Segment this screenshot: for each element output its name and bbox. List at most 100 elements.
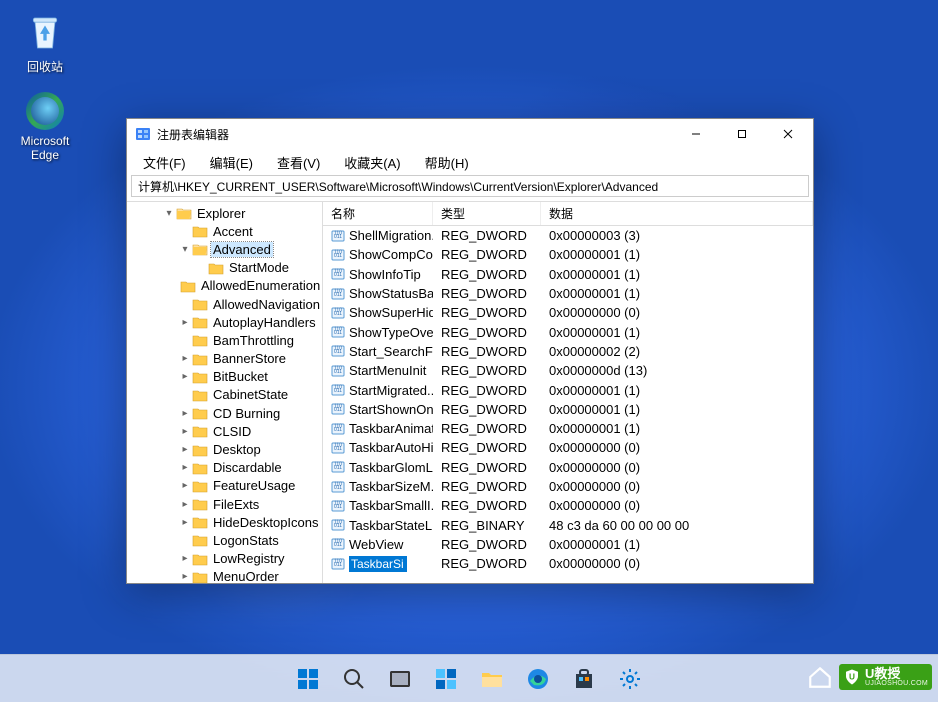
value-type: REG_DWORD [433, 267, 541, 282]
desktop-icon-edge[interactable]: Microsoft Edge [10, 92, 80, 162]
tree-item[interactable]: ▸BitBucket [127, 368, 322, 386]
value-row[interactable]: 011110WebViewREG_DWORD0x00000001 (1) [323, 535, 813, 554]
expand-icon[interactable]: ▾ [179, 244, 191, 255]
value-row[interactable]: 011110Start_SearchFilesREG_DWORD0x000000… [323, 342, 813, 361]
expand-icon[interactable]: ▸ [179, 371, 191, 382]
taskbar-store[interactable] [564, 659, 604, 699]
tree-item[interactable]: Accent [127, 222, 322, 240]
reg-value-icon: 011110 [331, 344, 345, 358]
expand-icon[interactable]: ▸ [179, 571, 191, 582]
value-row[interactable]: 011110ShowCompCol...REG_DWORD0x00000001 … [323, 245, 813, 264]
folder-icon [192, 315, 208, 329]
value-row[interactable]: 011110StartShownOn...REG_DWORD0x00000001… [323, 400, 813, 419]
tree-item[interactable]: ▾Advanced [127, 240, 322, 258]
search-button[interactable] [334, 659, 374, 699]
maximize-button[interactable] [719, 119, 765, 149]
value-row[interactable]: 011110TaskbarAnimat...REG_DWORD0x0000000… [323, 419, 813, 438]
col-header-data[interactable]: 数据 [541, 202, 813, 225]
expand-icon[interactable]: ▸ [179, 480, 191, 491]
expand-icon[interactable]: ▸ [179, 462, 191, 473]
tree-item[interactable]: ▸Discardable [127, 459, 322, 477]
tree-item[interactable]: ▸FileExts [127, 495, 322, 513]
value-row-editing[interactable]: 011110REG_DWORD0x00000000 (0) [323, 554, 813, 573]
value-row[interactable]: 011110ShowTypeOver...REG_DWORD0x00000001… [323, 322, 813, 341]
value-row[interactable]: 011110TaskbarAutoHi...REG_DWORD0x0000000… [323, 438, 813, 457]
menu-file[interactable]: 文件(F) [133, 151, 196, 174]
reg-value-icon: 011110 [331, 460, 345, 474]
tree-item[interactable]: ▸CD Burning [127, 404, 322, 422]
value-name: TaskbarStateL... [349, 518, 433, 533]
tree-item-label: AllowedEnumeration [199, 278, 322, 293]
tree-item[interactable]: CabinetState [127, 386, 322, 404]
desktop-icon-recycle-bin[interactable]: 回收站 [10, 12, 80, 75]
tree-item[interactable]: ▸HideDesktopIcons [127, 513, 322, 531]
value-row[interactable]: 011110StartMigrated...REG_DWORD0x0000000… [323, 380, 813, 399]
tree-item[interactable]: LogonStats [127, 531, 322, 549]
tree-item[interactable]: ▾Explorer [127, 204, 322, 222]
value-row[interactable]: 011110ShowInfoTipREG_DWORD0x00000001 (1) [323, 265, 813, 284]
taskbar-settings[interactable] [610, 659, 650, 699]
folder-icon [192, 443, 208, 457]
value-row[interactable]: 011110ShellMigration...REG_DWORD0x000000… [323, 226, 813, 245]
expand-icon[interactable]: ▸ [179, 408, 191, 419]
widgets-button[interactable] [426, 659, 466, 699]
task-view-button[interactable] [380, 659, 420, 699]
tree-item[interactable]: ▸CLSID [127, 422, 322, 440]
expand-icon[interactable]: ▸ [179, 553, 191, 564]
tree-item[interactable]: BamThrottling [127, 331, 322, 349]
tree-item[interactable]: AllowedEnumeration [127, 277, 322, 295]
expand-icon[interactable]: ▾ [163, 208, 175, 219]
menu-view[interactable]: 查看(V) [267, 151, 330, 174]
regedit-icon [135, 126, 151, 142]
value-name: StartShownOn... [349, 402, 433, 417]
tree-item[interactable]: ▸AutoplayHandlers [127, 313, 322, 331]
value-row[interactable]: 011110TaskbarSmallI...REG_DWORD0x0000000… [323, 496, 813, 515]
value-row[interactable]: 011110StartMenuInitREG_DWORD0x0000000d (… [323, 361, 813, 380]
value-row[interactable]: 011110TaskbarSizeM...REG_DWORD0x00000000… [323, 477, 813, 496]
folder-icon [192, 370, 208, 384]
value-data: 0x00000001 (1) [541, 286, 813, 301]
menu-favorites[interactable]: 收藏夹(A) [334, 151, 410, 174]
value-row[interactable]: 011110ShowSuperHid...REG_DWORD0x00000000… [323, 303, 813, 322]
start-button[interactable] [288, 659, 328, 699]
tree-item[interactable]: ▸LowRegistry [127, 550, 322, 568]
rename-input[interactable] [349, 556, 407, 572]
tree-item[interactable]: StartMode [127, 259, 322, 277]
taskbar-edge[interactable] [518, 659, 558, 699]
tree-pane[interactable]: ▾ExplorerAccent▾AdvancedStartModeAllowed… [127, 202, 323, 583]
watermark-house-icon [807, 664, 833, 690]
taskbar: ˄ 中 U U教授 UJIAOSHOU.COM [0, 654, 938, 702]
folder-icon [192, 479, 208, 493]
tree-item[interactable]: ▸BannerStore [127, 350, 322, 368]
titlebar[interactable]: 注册表编辑器 [127, 119, 813, 149]
taskbar-file-explorer[interactable] [472, 659, 512, 699]
reg-value-icon: 011110 [331, 499, 345, 513]
menu-help[interactable]: 帮助(H) [415, 151, 479, 174]
expand-icon[interactable]: ▸ [179, 353, 191, 364]
tree-item[interactable]: ▸Desktop [127, 440, 322, 458]
value-name: Start_SearchFiles [349, 344, 433, 359]
tree-item[interactable]: AllowedNavigation [127, 295, 322, 313]
tree-item[interactable]: ▸FeatureUsage [127, 477, 322, 495]
expand-icon[interactable]: ▸ [179, 317, 191, 328]
column-headers[interactable]: 名称 类型 数据 [323, 202, 813, 226]
expand-icon[interactable]: ▸ [179, 499, 191, 510]
col-header-name[interactable]: 名称 [323, 202, 433, 225]
value-row[interactable]: 011110TaskbarStateL...REG_BINARY48 c3 da… [323, 515, 813, 534]
value-row[interactable]: 011110TaskbarGlomL...REG_DWORD0x00000000… [323, 458, 813, 477]
address-bar[interactable]: 计算机\HKEY_CURRENT_USER\Software\Microsoft… [131, 175, 809, 197]
expand-icon[interactable]: ▸ [179, 517, 191, 528]
col-header-type[interactable]: 类型 [433, 202, 541, 225]
menu-edit[interactable]: 编辑(E) [200, 151, 263, 174]
expand-icon[interactable]: ▸ [179, 444, 191, 455]
folder-icon [208, 261, 224, 275]
close-button[interactable] [765, 119, 811, 149]
expand-icon[interactable]: ▸ [179, 426, 191, 437]
tree-item[interactable]: ▸MenuOrder [127, 568, 322, 583]
minimize-button[interactable] [673, 119, 719, 149]
value-row[interactable]: 011110ShowStatusBarREG_DWORD0x00000001 (… [323, 284, 813, 303]
value-type: REG_DWORD [433, 383, 541, 398]
values-pane[interactable]: 名称 类型 数据 011110ShellMigration...REG_DWOR… [323, 202, 813, 583]
reg-value-icon: 011110 [331, 267, 345, 281]
svg-text:110: 110 [334, 520, 342, 526]
